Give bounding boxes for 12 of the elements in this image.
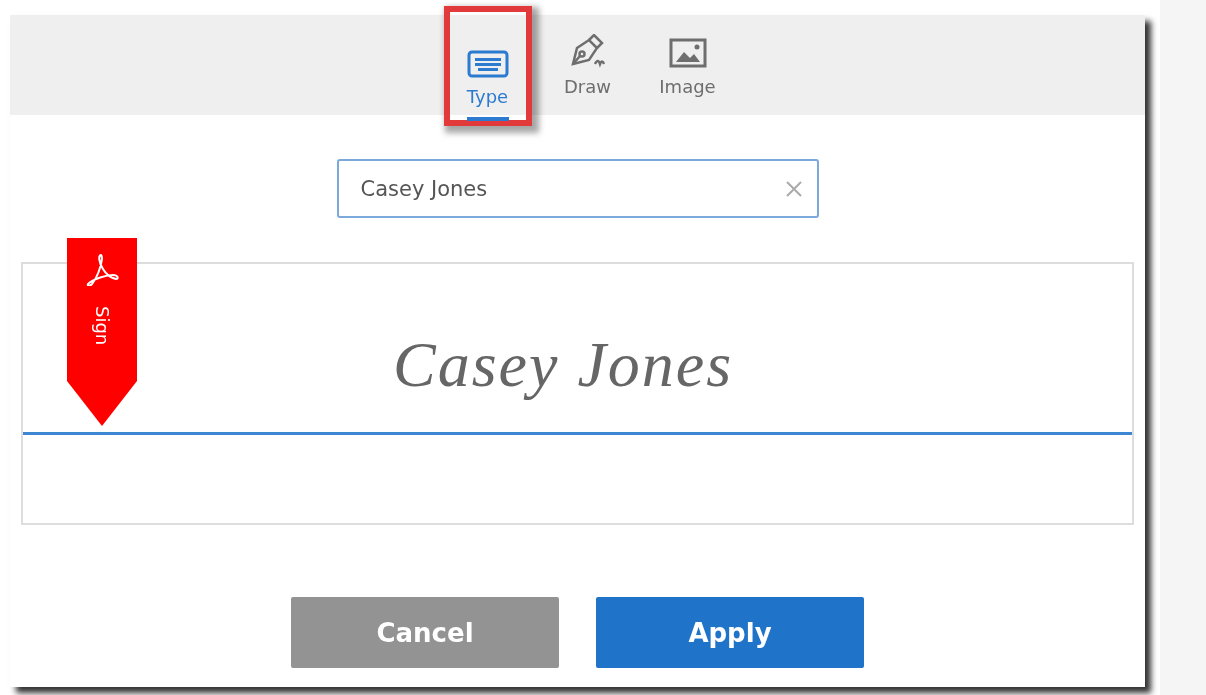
cancel-button[interactable]: Cancel <box>291 597 559 668</box>
apply-button[interactable]: Apply <box>596 597 864 668</box>
signature-text: Casey Jones <box>393 328 734 402</box>
tab[interactable]: Image <box>648 15 727 111</box>
name-field[interactable]: Casey Jones <box>336 159 819 218</box>
tab[interactable]: Type <box>448 11 527 121</box>
name-input[interactable]: Casey Jones <box>360 176 785 201</box>
clear-icon[interactable] <box>784 179 803 198</box>
keyboard-icon <box>466 50 509 78</box>
image-icon <box>668 38 707 68</box>
tab[interactable]: Draw <box>548 15 627 111</box>
sign-flag: Sign <box>67 238 137 426</box>
